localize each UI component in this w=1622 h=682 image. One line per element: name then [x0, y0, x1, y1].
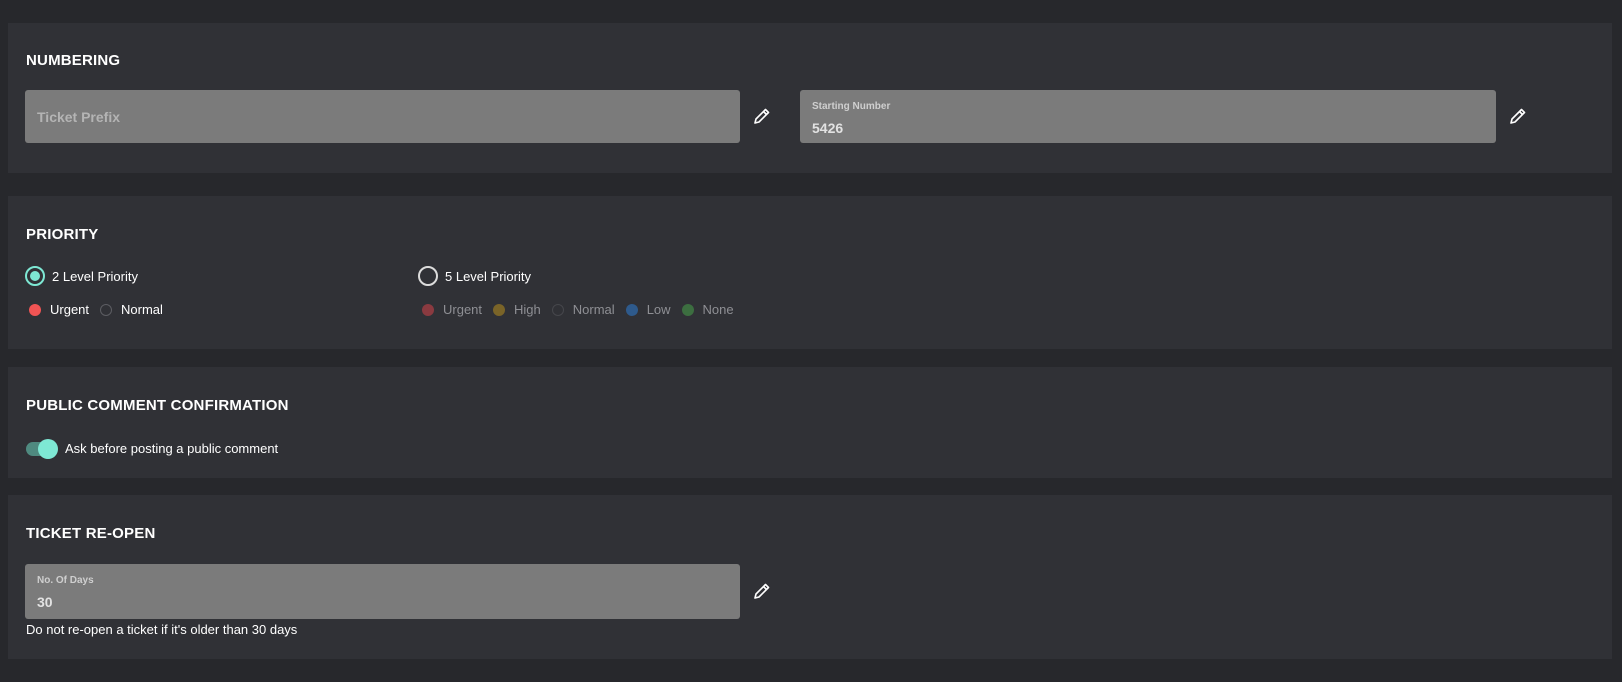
ticket-settings-page: NUMBERING Ticket Prefix Starting Number …: [0, 0, 1622, 682]
ticket-prefix-field[interactable]: Ticket Prefix: [25, 90, 740, 143]
public-comment-toggle[interactable]: [26, 439, 58, 459]
priority-urgent-label: Urgent: [50, 302, 90, 317]
normal-dot-icon: [100, 303, 113, 316]
none-dot-icon: [681, 303, 694, 316]
no-of-days-value: 30: [37, 594, 53, 610]
numbering-section: NUMBERING Ticket Prefix Starting Number …: [8, 23, 1612, 173]
priority-section: PRIORITY 2 Level Priority 5 Level Priori…: [8, 196, 1612, 349]
priority-urgent-label: Urgent: [443, 302, 483, 317]
radio-5-level-label: 5 Level Priority: [445, 268, 531, 284]
starting-number-label: Starting Number: [812, 101, 891, 112]
priority-urgent: Urgent: [422, 302, 482, 317]
public-comment-toggle-label: Ask before posting a public comment: [65, 441, 279, 456]
starting-number-value: 5426: [812, 120, 844, 136]
priority-normal-label: Normal: [572, 302, 615, 317]
priority-low-label: Low: [646, 302, 671, 317]
priority-urgent: Urgent: [29, 302, 89, 317]
no-of-days-field[interactable]: No. Of Days 30: [25, 564, 740, 619]
five-level-priority-list: Urgent High Normal Low None: [422, 302, 745, 317]
public-comment-section: PUBLIC COMMENT CONFIRMATION Ask before p…: [8, 367, 1612, 478]
low-dot-icon: [625, 303, 638, 316]
ticket-prefix-edit-pencil-icon[interactable]: [752, 106, 772, 126]
priority-normal: Normal: [100, 302, 163, 317]
no-of-days-label: No. Of Days: [37, 575, 94, 586]
no-of-days-edit-pencil-icon[interactable]: [752, 581, 772, 601]
priority-title: PRIORITY: [26, 226, 99, 243]
priority-high: High: [493, 302, 541, 317]
ticket-prefix-placeholder: Ticket Prefix: [37, 109, 121, 125]
radio-2-level-label: 2 Level Priority: [52, 268, 138, 284]
priority-normal: Normal: [551, 302, 615, 317]
priority-low: Low: [625, 302, 671, 317]
priority-normal-label: Normal: [121, 302, 163, 317]
priority-high-label: High: [514, 302, 541, 317]
toggle-knob: [38, 439, 58, 459]
radio-2-level-priority[interactable]: 2 Level Priority: [25, 266, 138, 286]
urgent-dot-icon: [422, 303, 434, 316]
priority-none-label: None: [702, 302, 734, 317]
ticket-reopen-section: TICKET RE-OPEN No. Of Days 30 Do not re-…: [8, 495, 1612, 659]
public-comment-title: PUBLIC COMMENT CONFIRMATION: [26, 397, 289, 414]
radio-unchecked-icon: [418, 266, 438, 286]
starting-number-field[interactable]: Starting Number 5426: [800, 90, 1496, 143]
ticket-reopen-title: TICKET RE-OPEN: [26, 525, 156, 542]
radio-checked-icon: [25, 266, 45, 286]
reopen-help-text: Do not re-open a ticket if it's older th…: [26, 622, 298, 637]
starting-number-edit-pencil-icon[interactable]: [1508, 106, 1528, 126]
two-level-priority-list: Urgent Normal: [29, 302, 174, 317]
urgent-dot-icon: [29, 303, 41, 316]
radio-5-level-priority[interactable]: 5 Level Priority: [418, 266, 531, 286]
normal-dot-icon: [551, 303, 564, 316]
priority-none: None: [681, 302, 734, 317]
numbering-title: NUMBERING: [26, 52, 121, 69]
high-dot-icon: [493, 303, 506, 316]
